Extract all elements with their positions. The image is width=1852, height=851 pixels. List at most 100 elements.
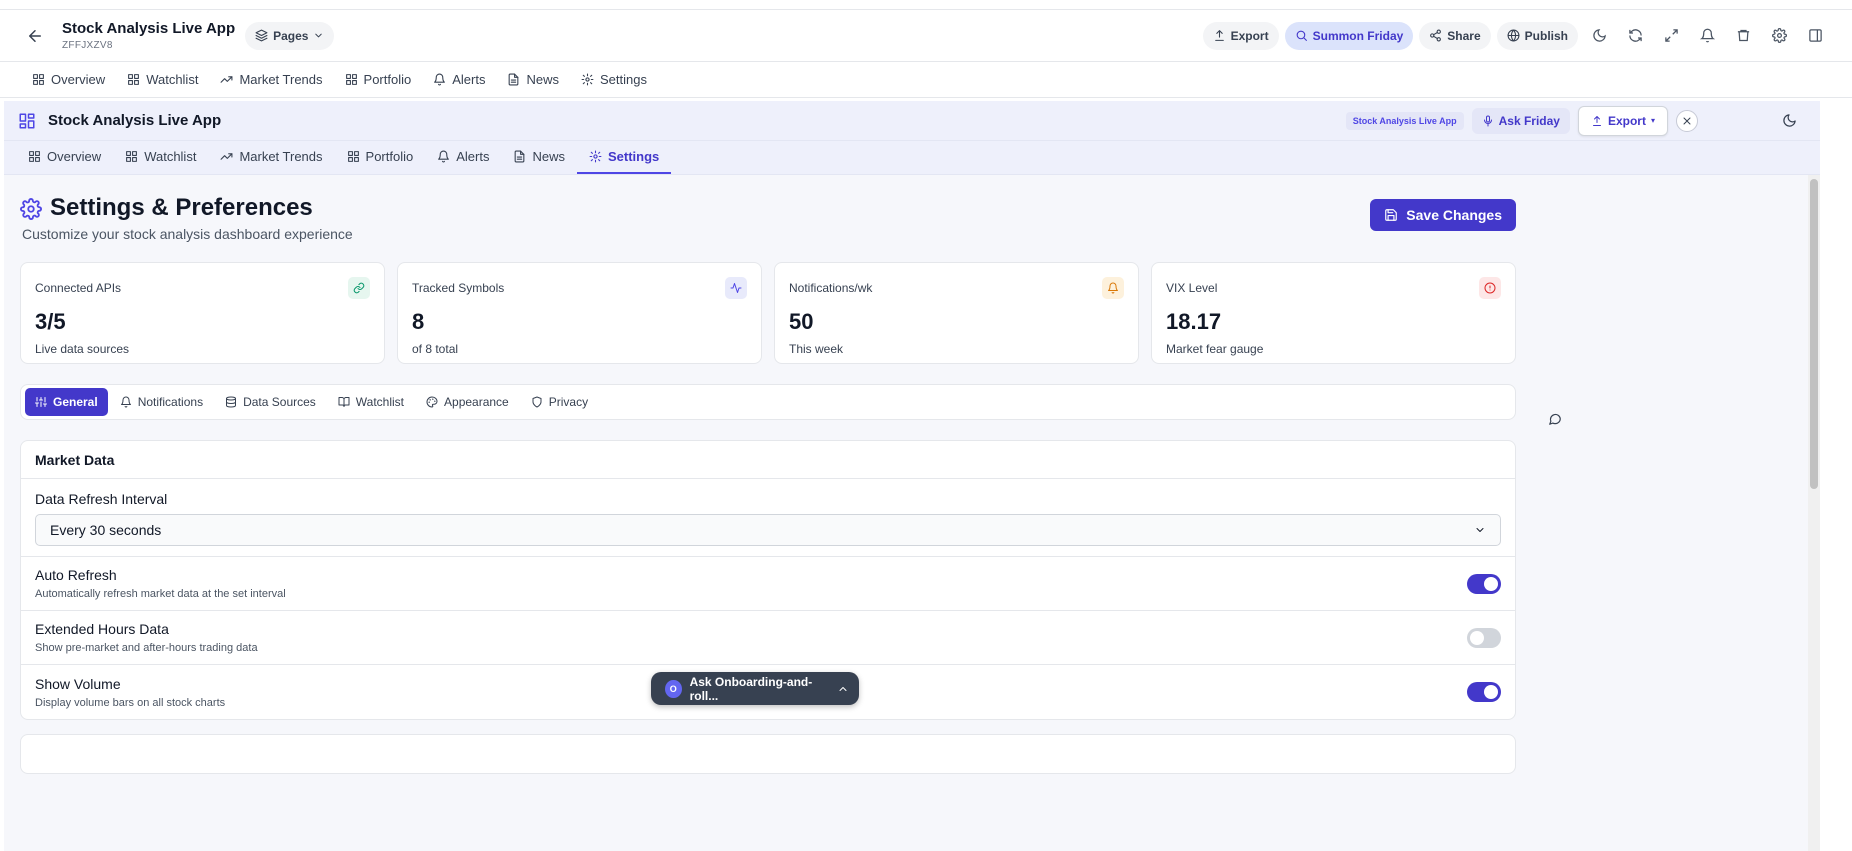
app-header: Stock Analysis Live App ZFFJXZV8 Pages E…	[0, 10, 1852, 62]
settings-tab-notifications[interactable]: Notifications	[110, 388, 213, 416]
outer-tab-watchlist[interactable]: Watchlist	[127, 72, 198, 87]
outer-page-tabs: Overview Watchlist Market Trends Portfolio A…	[0, 62, 1852, 98]
settings-tab-privacy[interactable]: Privacy	[521, 388, 598, 416]
settings-tab-bar: General Notifications Data Sources Watchlis…	[20, 384, 1516, 421]
back-arrow-icon[interactable]	[24, 25, 46, 47]
refresh-interval-field: Data Refresh Interval Every 30 seconds	[21, 479, 1515, 558]
comment-icon[interactable]	[1546, 410, 1564, 428]
app-id: ZFFJXZV8	[62, 40, 113, 51]
inner-header: Stock Analysis Live App Stock Analysis L…	[4, 101, 1820, 141]
export-button[interactable]: Export	[1202, 21, 1279, 50]
bell-icon	[433, 73, 446, 86]
settings-tab-watchlist[interactable]: Watchlist	[328, 388, 414, 416]
inner-tab-label: Settings	[607, 149, 660, 164]
setting-label: Auto Refresh	[35, 567, 117, 584]
share-label: Share	[1447, 28, 1481, 43]
save-changes-button[interactable]: Save Changes	[1370, 199, 1516, 231]
outer-tab-settings[interactable]: Settings	[581, 72, 647, 87]
link-icon	[348, 277, 370, 300]
settings-tab-appearance[interactable]: Appearance	[416, 388, 519, 416]
inner-export-button[interactable]: Export ▾	[1577, 105, 1668, 136]
inner-app-title: Stock Analysis Live App	[48, 112, 222, 129]
app-grid-icon	[18, 112, 36, 130]
inner-tab-overview[interactable]: Overview	[28, 141, 113, 174]
page-title: Settings & Preferences	[50, 194, 313, 221]
share-button[interactable]: Share	[1419, 21, 1491, 50]
outer-tab-portfolio[interactable]: Portfolio	[345, 72, 411, 87]
app-title-block: Stock Analysis Live App ZFFJXZV8	[62, 20, 235, 51]
ask-assistant-pill[interactable]: O Ask Onboarding-and-roll...	[651, 672, 859, 705]
share-icon	[1429, 29, 1442, 42]
inner-tab-news[interactable]: News	[501, 141, 577, 174]
app-title: Stock Analysis Live App	[62, 20, 236, 37]
outer-tab-overview[interactable]: Overview	[32, 72, 105, 87]
stat-value: 50	[789, 309, 814, 335]
panel-heading: Market Data	[21, 441, 1515, 480]
stat-description: This week	[789, 342, 844, 357]
outer-tab-alerts[interactable]: Alerts	[433, 72, 485, 87]
database-icon	[225, 396, 237, 408]
trending-up-icon	[220, 73, 233, 86]
toggle-switch[interactable]	[1467, 573, 1501, 594]
setting-row-extended-hours-data: Extended Hours Data Show pre-market and a…	[21, 611, 1515, 666]
sliders-icon	[35, 396, 47, 408]
toggle-knob	[1470, 630, 1484, 645]
ask-friday-button[interactable]: Ask Friday	[1471, 107, 1570, 134]
inner-tab-settings[interactable]: Settings	[576, 141, 672, 174]
scrollbar-thumb[interactable]	[1810, 179, 1818, 489]
ask-friday-label: Ask Friday	[1498, 113, 1560, 128]
toggle-switch[interactable]	[1467, 627, 1501, 648]
stat-value: 8	[412, 309, 425, 335]
outer-tab-label: Market Trends	[239, 72, 323, 87]
inner-tab-alerts[interactable]: Alerts	[425, 141, 501, 174]
toggle-switch[interactable]	[1467, 682, 1501, 703]
outer-tab-label: Watchlist	[146, 72, 199, 87]
inner-tab-portfolio[interactable]: Portfolio	[335, 141, 426, 174]
setting-label: Extended Hours Data	[35, 621, 169, 638]
moon-icon[interactable]	[1778, 110, 1800, 132]
close-icon[interactable]	[1676, 109, 1698, 132]
summon-friday-button[interactable]: Summon Friday	[1284, 21, 1414, 50]
outer-tab-label: Settings	[599, 72, 647, 87]
stats-row: Connected APIs 3/5 Live data sources Tracke…	[20, 262, 1516, 365]
alert-circle-icon	[1479, 277, 1501, 300]
sidebar-toggle-icon[interactable]	[1800, 21, 1830, 51]
pages-dropdown[interactable]: Pages	[245, 21, 335, 50]
outer-tab-news[interactable]: News	[507, 72, 559, 87]
stat-label: Tracked Symbols	[412, 281, 505, 296]
upload-icon	[1591, 115, 1603, 127]
refresh-icon[interactable]	[1620, 21, 1650, 51]
bell-icon[interactable]	[1692, 21, 1722, 51]
shield-icon	[531, 396, 543, 408]
settings-tab-data-sources[interactable]: Data Sources	[215, 388, 326, 416]
assistant-avatar: O	[665, 679, 682, 698]
gear-icon[interactable]	[1764, 21, 1794, 51]
inner-tab-label: Market Trends	[239, 149, 323, 164]
inner-tab-watchlist[interactable]: Watchlist	[113, 141, 208, 174]
page-header: Settings & Preferences Customize your st…	[20, 175, 1516, 242]
header-actions: Export Summon Friday Share Publish	[1202, 21, 1830, 51]
trash-icon[interactable]	[1728, 21, 1758, 51]
inner-tab-market-trends[interactable]: Market Trends	[208, 141, 334, 174]
page-header-text: Settings & Preferences Customize your st…	[22, 194, 1370, 242]
stat-label: Connected APIs	[35, 281, 122, 296]
outer-tab-market-trends[interactable]: Market Trends	[220, 72, 323, 87]
publish-button[interactable]: Publish	[1496, 21, 1578, 50]
pages-label: Pages	[273, 28, 309, 43]
bell-icon	[1102, 277, 1124, 300]
grid-icon	[347, 150, 360, 163]
refresh-interval-select[interactable]: Every 30 seconds	[35, 514, 1501, 547]
layers-icon	[255, 29, 268, 42]
settings-tab-general[interactable]: General	[25, 388, 108, 417]
settings-tab-label: Watchlist	[355, 395, 405, 410]
inner-tab-label: Alerts	[456, 149, 490, 164]
moon-icon[interactable]	[1584, 21, 1614, 51]
microphone-icon	[1482, 115, 1494, 127]
stat-description: Market fear gauge	[1166, 342, 1264, 357]
expand-icon[interactable]	[1656, 21, 1686, 51]
stat-label: Notifications/wk	[789, 281, 873, 296]
globe-icon	[1507, 29, 1520, 42]
activity-icon	[725, 277, 747, 300]
settings-tab-label: Notifications	[137, 395, 204, 410]
scrollbar[interactable]	[1808, 175, 1820, 851]
